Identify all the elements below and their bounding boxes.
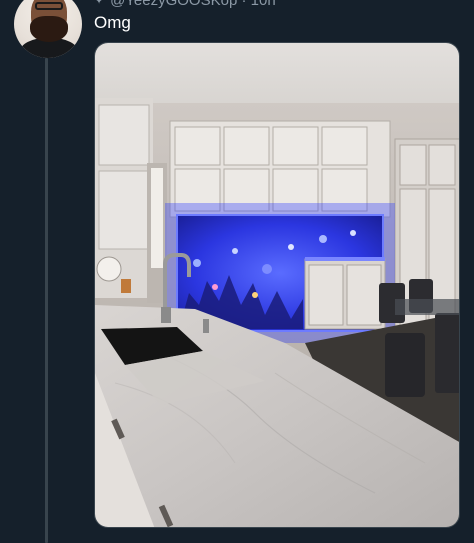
tweet-thread: ✦ @YeezyGOOSKop · 10h ⋯ Omg — [0, 0, 474, 543]
tweet-text: Omg — [94, 13, 131, 32]
more-options-icon[interactable]: ⋯ — [444, 0, 458, 6]
thread-connector-line — [45, 58, 48, 543]
author-handle-and-time[interactable]: @YeezyGOOSKop · 10h — [110, 0, 276, 9]
tweet-header: ✦ @YeezyGOOSKop · 10h — [94, 0, 276, 9]
bird-icon: ✦ — [94, 0, 105, 7]
avatar[interactable] — [14, 0, 82, 58]
kitchen-aquarium-photo — [95, 43, 459, 527]
tweet-photo[interactable] — [94, 42, 460, 528]
